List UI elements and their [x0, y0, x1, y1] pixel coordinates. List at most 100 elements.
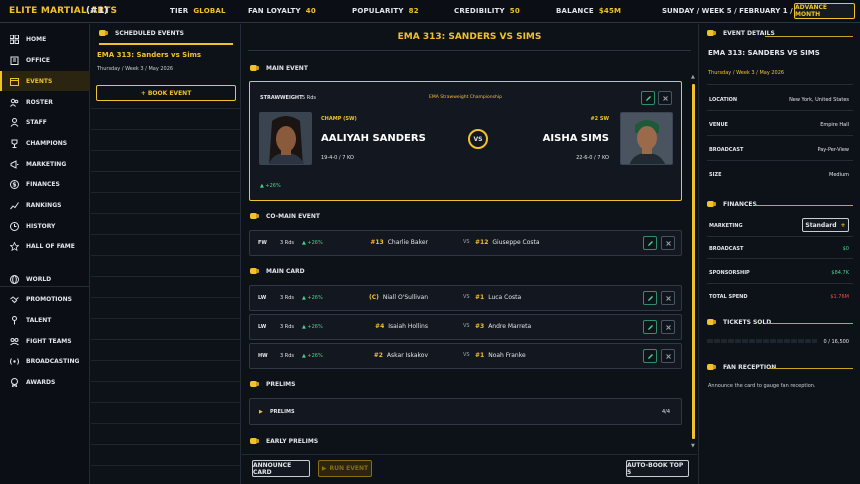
announce-card-button[interactable]: ANNOUNCE CARD: [252, 460, 310, 477]
sidebar-item-awards[interactable]: AWARDS: [0, 372, 90, 392]
sidebar-item-history[interactable]: HISTORY: [0, 216, 90, 236]
section-line: [304, 271, 682, 283]
sidebar-item-hall-of-fame[interactable]: HALL OF FAME: [0, 236, 90, 256]
glove-icon: [250, 381, 259, 387]
prelims-collapsed-row[interactable]: ▶ PRELIMS 4/4: [249, 398, 682, 425]
fighter1-name[interactable]: AALIYAH SANDERS: [321, 133, 426, 144]
award-icon: [10, 377, 19, 387]
fighter2-name: Noah Franke: [488, 352, 526, 359]
fighter2[interactable]: #12 Giuseppe Costa: [475, 239, 540, 246]
fighter2[interactable]: #1 Luca Costa: [475, 294, 521, 301]
fight-row[interactable]: HW 3 Rds ▲ +26% #2 Askar Iskakov VS #1 Noah Fra…: [249, 343, 682, 369]
expand-arrow-icon[interactable]: ▶: [259, 409, 263, 415]
broadcast-value: Pay-Per-View: [817, 147, 849, 153]
scroll-down-icon[interactable]: ▼: [691, 443, 695, 449]
sponsorship-label: SPONSORSHIP: [709, 270, 750, 276]
remove-fight-button[interactable]: [658, 91, 672, 105]
event-details-panel: EVENT DETAILS EMA 313: SANDERS VS SIMS T…: [698, 24, 860, 484]
fighter2-name[interactable]: AISHA SIMS: [543, 133, 609, 144]
sidebar-item-label: TALENT: [26, 316, 52, 324]
fighter1[interactable]: #2 Askar Iskakov: [374, 352, 428, 359]
fighter2[interactable]: #3 Andre Marreta: [475, 323, 531, 330]
sidebar-item-marketing[interactable]: MARKETING: [0, 154, 90, 174]
edit-fight-button[interactable]: [643, 320, 657, 334]
empty-slot-divider: [91, 234, 241, 235]
sidebar-item-fight-teams[interactable]: FIGHT TEAMS: [0, 331, 90, 351]
fight-row[interactable]: LW 3 Rds ▲ +26% #4 Isaiah Hollins VS #3 Andre M…: [249, 314, 682, 340]
fighter2-name: Giuseppe Costa: [492, 239, 540, 246]
rounds: 3 Rds: [280, 240, 295, 246]
sidebar-item-champions[interactable]: CHAMPIONS: [0, 133, 90, 153]
book-event-button[interactable]: + BOOK EVENT: [96, 85, 236, 101]
sidebar-item-roster[interactable]: ROSTER: [0, 92, 90, 112]
megaphone-icon: [10, 159, 19, 169]
size-value: Medium: [829, 172, 849, 178]
fighter2-portrait[interactable]: [620, 112, 673, 165]
sidebar-item-label: FINANCES: [26, 180, 60, 188]
popularity-stat: POPULARITY 82: [352, 7, 419, 15]
sidebar-item-promotions[interactable]: PROMOTIONS: [0, 289, 90, 309]
promotion-rank: (#1): [86, 6, 109, 16]
glove-icon: [99, 30, 108, 36]
star-icon: [10, 241, 19, 251]
sidebar-item-staff[interactable]: STAFF: [0, 112, 90, 132]
main-event-card[interactable]: STRAWWEIGHT 5 Rds EMA Strawweight Champi…: [249, 81, 682, 201]
fighter2-name: Andre Marreta: [488, 323, 532, 330]
edit-fight-button[interactable]: [643, 236, 657, 250]
sidebar-item-talent[interactable]: TALENT: [0, 310, 90, 330]
rounds: 3 Rds: [280, 353, 295, 359]
section-line: [314, 216, 682, 228]
empty-slot-divider: [91, 171, 241, 172]
sidebar-item-label: HALL OF FAME: [26, 242, 75, 250]
main-card-header: MAIN CARD: [250, 265, 305, 277]
pencil-icon: [647, 324, 653, 330]
sidebar-item-finances[interactable]: $ FINANCES: [0, 174, 90, 194]
remove-fight-button[interactable]: [661, 291, 675, 305]
remove-fight-button[interactable]: [661, 236, 675, 250]
scheduled-event-name[interactable]: EMA 313: Sanders vs Sims: [97, 51, 201, 59]
rounds: 3 Rds: [280, 324, 295, 330]
main-event-header: MAIN EVENT: [250, 62, 308, 74]
sidebar-item-label: AWARDS: [26, 378, 56, 386]
marketing-select[interactable]: Standard +: [802, 218, 849, 232]
co-main-event-header: CO-MAIN EVENT: [250, 210, 320, 222]
title-divider: [248, 50, 691, 51]
fighter1[interactable]: #13 Charlie Baker: [370, 239, 428, 246]
fighter1[interactable]: (C) Niall O'Sullivan: [369, 294, 428, 301]
sidebar-item-office[interactable]: OFFICE: [0, 50, 90, 70]
close-icon: [665, 353, 671, 359]
sidebar-item-rankings[interactable]: RANKINGS: [0, 195, 90, 215]
remove-fight-button[interactable]: [661, 349, 675, 363]
divider: [707, 135, 853, 136]
svg-text:$: $: [12, 181, 16, 188]
fight-row[interactable]: FW 3 Rds ▲ +26% #13 Charlie Baker VS #12 Giusep…: [249, 230, 682, 256]
empty-slot-divider: [91, 402, 241, 403]
tier-stat: TIER GLOBAL: [170, 7, 226, 15]
fight-row[interactable]: LW 3 Rds ▲ +26% (C) Niall O'Sullivan VS #1 Luca…: [249, 285, 682, 311]
run-event-button[interactable]: ▶ RUN EVENT: [318, 460, 372, 477]
glove-icon: [250, 438, 259, 444]
fighter1[interactable]: #4 Isaiah Hollins: [375, 323, 428, 330]
sidebar-item-home[interactable]: HOME: [0, 29, 90, 49]
sidebar: HOME OFFICE EVENTS ROSTER STAFF CHAMPIONS MARK…: [0, 24, 90, 484]
sidebar-item-label: STAFF: [26, 118, 47, 126]
edit-fight-button[interactable]: [641, 91, 655, 105]
edit-fight-button[interactable]: [643, 349, 657, 363]
sponsorship-value: $84.7K: [831, 270, 849, 276]
scrollbar[interactable]: [692, 84, 695, 439]
remove-fight-button[interactable]: [661, 320, 675, 334]
fighter2[interactable]: #1 Noah Franke: [475, 352, 526, 359]
balance-stat: BALANCE $45M: [556, 7, 622, 15]
fan-loyalty-stat: FAN LOYALTY 40: [248, 7, 316, 15]
prelims-header: PRELIMS: [250, 378, 295, 390]
fighter2-seed: #3: [475, 323, 485, 330]
auto-book-button[interactable]: AUTO-BOOK TOP 5: [626, 460, 689, 477]
sidebar-item-label: RANKINGS: [26, 201, 62, 209]
sidebar-item-broadcasting[interactable]: BROADCASTING: [0, 351, 90, 371]
sidebar-item-events[interactable]: EVENTS: [0, 71, 90, 91]
edit-fight-button[interactable]: [643, 291, 657, 305]
fighter1-portrait[interactable]: [259, 112, 312, 165]
glove-icon: [250, 213, 259, 219]
advance-month-button[interactable]: ADVANCE MONTH: [794, 3, 855, 19]
scroll-up-icon[interactable]: ▲: [691, 74, 695, 80]
